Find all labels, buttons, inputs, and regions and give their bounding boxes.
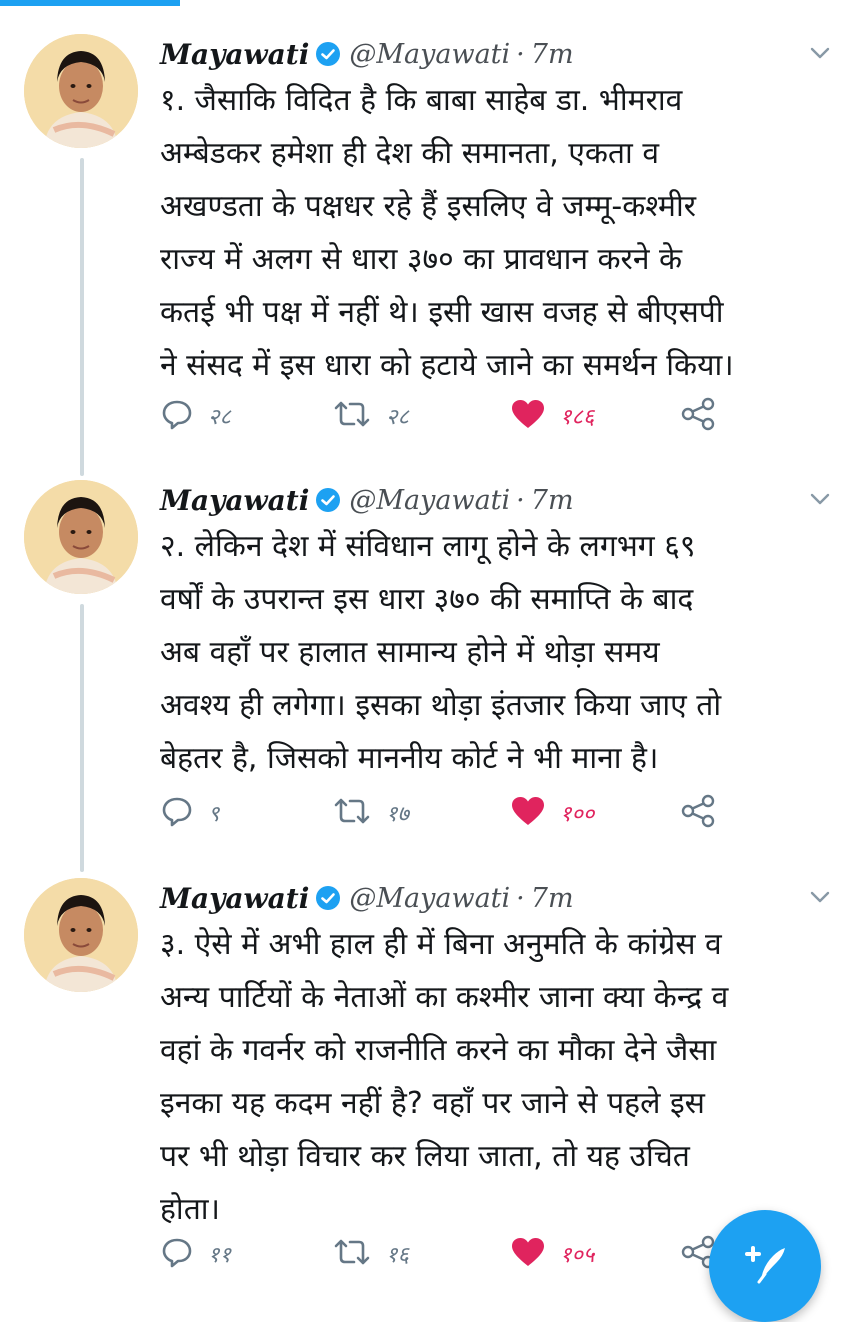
- retweet-icon: [332, 1236, 372, 1272]
- share-icon: [680, 397, 716, 435]
- retweet-button[interactable]: १७: [332, 793, 409, 833]
- author-name[interactable]: Mayawati: [160, 38, 309, 71]
- share-button[interactable]: [680, 396, 716, 436]
- reply-icon: [160, 1236, 194, 1272]
- retweet-count: २८: [386, 405, 409, 430]
- like-count: १०५: [560, 1243, 595, 1268]
- retweet-count: १६: [386, 1243, 409, 1268]
- tweet-3[interactable]: Mayawati @Mayawati · 7m ३. ऐसे में अभी ह…: [0, 878, 857, 1280]
- author-name[interactable]: Mayawati: [160, 882, 309, 915]
- retweet-count: १७: [386, 802, 409, 827]
- reply-count: २८: [208, 405, 231, 430]
- verified-badge-icon: [315, 885, 341, 911]
- like-count: १००: [560, 802, 595, 827]
- retweet-button[interactable]: १६: [332, 1234, 409, 1274]
- separator-dot: ·: [516, 484, 525, 516]
- tweet-header: Mayawati @Mayawati · 7m: [160, 34, 574, 74]
- retweet-button[interactable]: २८: [332, 396, 409, 436]
- compose-tweet-button[interactable]: [709, 1210, 821, 1322]
- avatar[interactable]: [24, 34, 138, 148]
- share-icon: [680, 794, 716, 832]
- avatar[interactable]: [24, 480, 138, 594]
- reply-button[interactable]: २८: [160, 396, 231, 436]
- tweet-text: २. लेकिन देश में संविधान लागू होने के लग…: [160, 529, 722, 776]
- tweet-header: Mayawati @Mayawati · 7m: [160, 480, 574, 520]
- share-button[interactable]: [680, 793, 716, 833]
- timestamp[interactable]: 7m: [531, 883, 574, 914]
- author-name[interactable]: Mayawati: [160, 484, 309, 517]
- reply-icon: [160, 398, 194, 434]
- reply-button[interactable]: ११: [160, 1234, 231, 1274]
- tweet-actions: २८ २८ १८६: [160, 396, 780, 436]
- author-handle[interactable]: @Mayawati: [349, 485, 510, 516]
- timestamp[interactable]: 7m: [531, 485, 574, 516]
- author-handle[interactable]: @Mayawati: [349, 39, 510, 70]
- heart-icon: [510, 1236, 546, 1272]
- loading-progress-fill: [0, 0, 180, 6]
- chevron-down-icon[interactable]: [807, 884, 833, 910]
- avatar[interactable]: [24, 878, 138, 992]
- like-count: १८६: [560, 405, 595, 430]
- loading-progress-bar: [0, 0, 857, 6]
- retweet-icon: [332, 795, 372, 831]
- chevron-down-icon[interactable]: [807, 486, 833, 512]
- reply-icon: [160, 795, 194, 831]
- reply-count: ११: [208, 1243, 231, 1268]
- chevron-down-icon[interactable]: [807, 40, 833, 66]
- verified-badge-icon: [315, 487, 341, 513]
- like-button[interactable]: १८६: [510, 396, 594, 436]
- heart-icon: [510, 398, 546, 434]
- tweet-actions: ९ १७ १००: [160, 793, 780, 833]
- tweet-2[interactable]: Mayawati @Mayawati · 7m २. लेकिन देश में…: [0, 480, 857, 850]
- reply-button[interactable]: ९: [160, 793, 219, 833]
- separator-dot: ·: [516, 882, 525, 914]
- tweet-1[interactable]: Mayawati @Mayawati · 7m १. जैसाकि विदित …: [0, 34, 857, 454]
- separator-dot: ·: [516, 38, 525, 70]
- timestamp[interactable]: 7m: [531, 39, 574, 70]
- tweet-text: १. जैसाकि विदित है कि बाबा साहेब डा. भीम…: [160, 83, 734, 383]
- like-button[interactable]: १००: [510, 793, 594, 833]
- author-handle[interactable]: @Mayawati: [349, 883, 510, 914]
- verified-badge-icon: [315, 41, 341, 67]
- heart-icon: [510, 795, 546, 831]
- like-button[interactable]: १०५: [510, 1234, 594, 1274]
- retweet-icon: [332, 398, 372, 434]
- reply-count: ९: [208, 802, 220, 827]
- tweet-header: Mayawati @Mayawati · 7m: [160, 878, 574, 918]
- tweet-actions: ११ १६ १०५: [160, 1234, 780, 1274]
- tweet-text: ३. ऐसे में अभी हाल ही में बिना अनुमति के…: [160, 927, 729, 1227]
